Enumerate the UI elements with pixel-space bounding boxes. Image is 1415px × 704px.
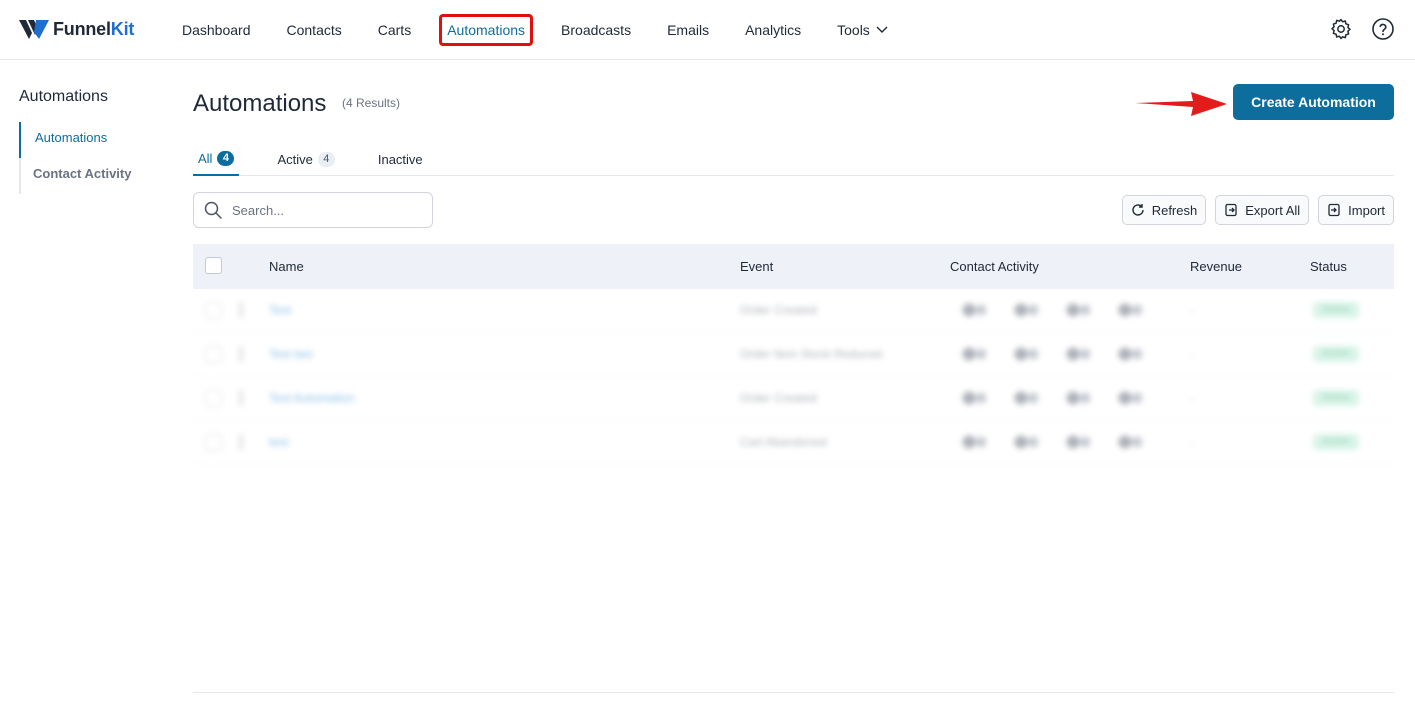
tab-inactive[interactable]: Inactive (373, 143, 428, 175)
status-badge[interactable]: Active (1313, 390, 1359, 406)
footer-divider (193, 692, 1394, 693)
row-contact-activity (959, 434, 1167, 450)
tab-active-count: 4 (317, 151, 335, 167)
status-badge[interactable]: Active (1313, 302, 1359, 318)
tab-all-label: All (198, 151, 213, 166)
nav-dashboard[interactable]: Dashboard (182, 22, 251, 38)
sidebar-menu: Automations Contact Activity (19, 122, 131, 194)
row-contact-activity (959, 346, 1167, 362)
nav-carts[interactable]: Carts (378, 22, 411, 38)
row-contact-activity (959, 302, 1167, 318)
table-header: Name Event Contact Activity Revenue Stat… (193, 244, 1394, 289)
select-all-checkbox[interactable] (205, 257, 222, 274)
row-event: Order Item Stock Reduced (740, 347, 883, 361)
nav-contacts[interactable]: Contacts (287, 22, 342, 38)
logo-wordmark: FunnelKit (53, 18, 135, 39)
table-row[interactable]: Test two Order Item Stock Reduced - Acti… (193, 333, 1394, 377)
search-box (193, 192, 433, 228)
funnelkit-logo[interactable]: FunnelKit (19, 16, 134, 42)
sidebar-item-contact-activity[interactable]: Contact Activity (21, 158, 131, 194)
row-checkbox[interactable] (205, 390, 222, 407)
nav-tools[interactable]: Tools (837, 22, 888, 38)
nav-analytics[interactable]: Analytics (745, 22, 801, 38)
table-row[interactable]: test Cart Abandoned - Active (193, 421, 1394, 465)
tab-all-count: 4 (217, 151, 235, 166)
import-button[interactable]: Import (1318, 195, 1394, 225)
tab-active[interactable]: Active 4 (272, 143, 339, 175)
header-name[interactable]: Name (269, 259, 304, 274)
drag-handle-icon[interactable] (239, 347, 243, 363)
export-all-button[interactable]: Export All (1215, 195, 1310, 225)
main-nav: Dashboard Contacts Carts Automations Bro… (182, 0, 924, 60)
row-revenue: - (1190, 435, 1194, 449)
table-actions: Refresh Export All Import (1113, 195, 1394, 225)
search-input[interactable] (232, 202, 412, 218)
drag-handle-icon[interactable] (239, 303, 243, 319)
nav-broadcasts[interactable]: Broadcasts (561, 22, 631, 38)
row-revenue: - (1190, 391, 1194, 405)
header-event: Event (740, 259, 774, 274)
row-name-link[interactable]: Test two (269, 347, 313, 361)
refresh-icon (1132, 204, 1144, 216)
row-checkbox[interactable] (205, 434, 222, 451)
header-status: Status (1310, 259, 1347, 274)
sidebar-title: Automations (19, 88, 108, 105)
refresh-button[interactable]: Refresh (1121, 195, 1207, 225)
red-arrow-annotation (1135, 92, 1227, 116)
drag-handle-icon[interactable] (239, 391, 243, 407)
gear-icon[interactable] (1329, 17, 1353, 41)
drag-handle-icon[interactable] (239, 435, 243, 451)
nav-automations[interactable]: Automations (439, 14, 533, 46)
funnelkit-logo-icon (19, 20, 49, 39)
header-revenue: Revenue (1190, 259, 1243, 274)
header-contact-activity: Contact Activity (950, 259, 1039, 274)
automations-table: Name Event Contact Activity Revenue Stat… (193, 244, 1394, 465)
row-name-link[interactable]: test (269, 435, 288, 449)
top-navigation-bar: FunnelKit Dashboard Contacts Carts Autom… (0, 0, 1415, 60)
top-icons (1311, 17, 1395, 41)
row-revenue: - (1190, 303, 1194, 317)
row-revenue: - (1190, 347, 1194, 361)
help-icon[interactable] (1371, 17, 1395, 41)
row-contact-activity (959, 390, 1167, 406)
tab-inactive-label: Inactive (377, 151, 423, 167)
tab-all[interactable]: All 4 (193, 143, 240, 176)
search-icon (204, 201, 222, 219)
create-automation-button[interactable]: Create Automation (1233, 84, 1394, 120)
row-event: Order Created (740, 391, 817, 405)
page-title: Automations (193, 90, 327, 117)
results-count: (4 Results) (342, 96, 401, 110)
nav-emails[interactable]: Emails (667, 22, 709, 38)
import-icon (1328, 203, 1340, 217)
status-badge[interactable]: Active (1313, 346, 1359, 362)
export-icon (1225, 203, 1237, 217)
chevron-down-icon (876, 26, 888, 33)
sidebar-item-automations[interactable]: Automations (19, 122, 131, 158)
row-checkbox[interactable] (205, 346, 222, 363)
row-event: Cart Abandoned (740, 435, 827, 449)
table-row[interactable]: Test Automation Order Created - Active (193, 377, 1394, 421)
filter-tabs: All 4 Active 4 Inactive (193, 143, 1394, 176)
table-row[interactable]: Test Order Created - Active (193, 289, 1394, 333)
row-checkbox[interactable] (205, 302, 222, 319)
row-name-link[interactable]: Test (269, 303, 291, 317)
status-badge[interactable]: Active (1313, 434, 1359, 450)
row-event: Order Created (740, 303, 817, 317)
row-name-link[interactable]: Test Automation (269, 391, 354, 405)
tab-active-label: Active (277, 151, 313, 167)
